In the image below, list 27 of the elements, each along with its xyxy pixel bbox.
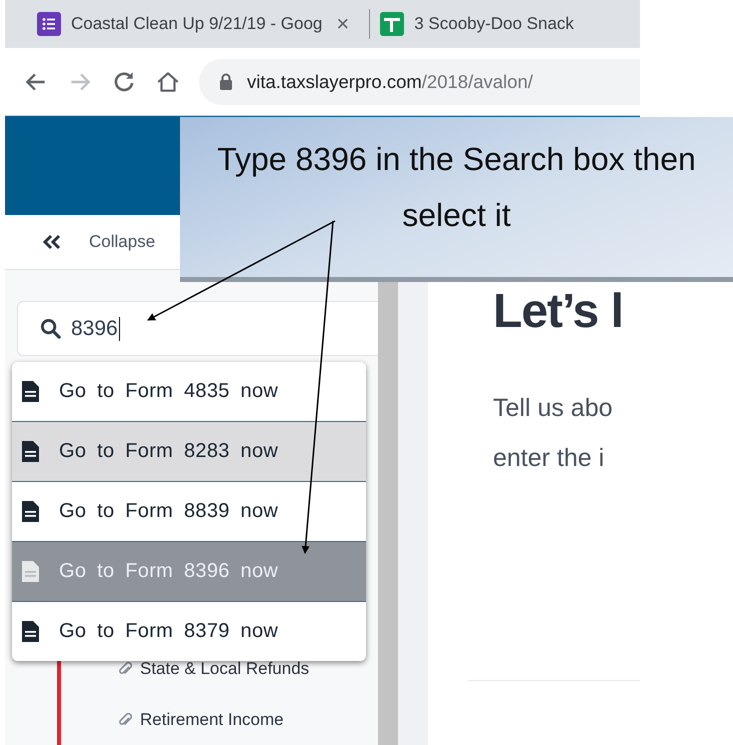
- document-icon: [22, 501, 39, 522]
- spreadsheet-icon: [380, 12, 404, 36]
- form-list-icon: [37, 12, 61, 36]
- suggestion-item[interactable]: Go to Form 8283 now: [12, 421, 366, 481]
- paperclip-icon: [118, 660, 132, 676]
- document-icon: [22, 621, 39, 642]
- browser-tab[interactable]: 3 Scooby-Doo Snack: [380, 0, 584, 48]
- document-icon: [22, 561, 39, 582]
- intro-text: enter the i: [493, 443, 606, 474]
- collapse-link[interactable]: Collapse: [89, 232, 156, 252]
- double-chevron-icon[interactable]: [41, 234, 63, 250]
- search-icon: [40, 318, 61, 340]
- tree-item[interactable]: Retirement Income: [61, 694, 378, 745]
- browser-tab[interactable]: Coastal Clean Up 9/21/19 - Goog ×: [37, 0, 360, 48]
- close-tab-button[interactable]: ×: [336, 11, 350, 37]
- document-icon: [22, 441, 39, 462]
- intro-text: Tell us abo: [493, 393, 614, 424]
- search-field[interactable]: 8396: [17, 301, 378, 356]
- paperclip-icon: [118, 712, 132, 728]
- suggestion-item[interactable]: Go to Form 4835 now: [12, 362, 366, 421]
- suggestion-item[interactable]: Go to Form 8379 now: [12, 601, 366, 661]
- callout-text: Type 8396 in the Search box then select it: [216, 140, 697, 235]
- page-heading: Let’s l: [493, 285, 624, 339]
- suggestion-item[interactable]: Go to Form 8839 now: [12, 481, 366, 541]
- address-field[interactable]: vita.taxslayerpro.com/2018/avalon/: [199, 58, 640, 104]
- document-icon: [22, 381, 39, 402]
- lock-icon: [219, 73, 233, 90]
